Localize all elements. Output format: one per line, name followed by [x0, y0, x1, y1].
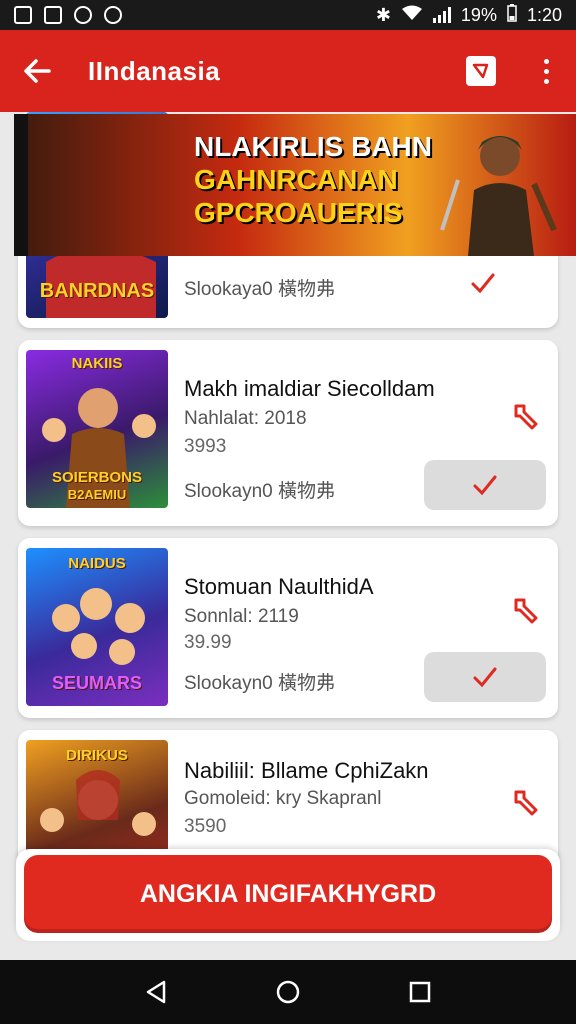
back-arrow-icon[interactable] — [20, 54, 54, 88]
cart-icon — [472, 63, 489, 79]
game-meta: Sonnlal: 2119 — [184, 606, 299, 627]
thumbnail-title-top: DIRIKUS — [66, 747, 128, 764]
game-thumbnail: NAIDUS SEUMARS — [26, 548, 168, 706]
game-thumbnail: NAKIIS SOIERBONS B2AEMIU — [26, 350, 168, 508]
thumbnail-title: SOIERBONS — [51, 469, 142, 486]
game-title: Nabiliil: Bllame CphiZakn — [184, 758, 429, 783]
game-status: Slookayn0 橫物弗 — [184, 673, 336, 694]
battery-level: 19% — [460, 4, 497, 25]
game-card[interactable]: NAKIIS SOIERBONS B2AEMIU Makh imaldiar S… — [18, 340, 558, 526]
banner-line-3: GPCROAUERIS — [194, 197, 403, 229]
more-options-icon[interactable] — [536, 58, 556, 84]
game-status: Slookayn0 橫物弗 — [184, 481, 336, 502]
installed-check-icon — [468, 268, 498, 298]
nav-back-icon[interactable] — [143, 979, 169, 1005]
page-title: IIndanasia — [88, 55, 221, 86]
nav-recents-icon[interactable] — [407, 979, 433, 1005]
app-bar: IIndanasia — [0, 30, 576, 112]
gallery-notification-icon — [14, 6, 32, 24]
cart-button[interactable] — [466, 56, 496, 86]
wrench-icon[interactable] — [512, 596, 540, 624]
wifi-icon — [401, 5, 423, 26]
banner-line-2: GAHNRCANAN — [194, 164, 398, 196]
check-icon — [473, 475, 497, 496]
bluetooth-icon: ✱ — [375, 4, 391, 25]
navigation-bar — [0, 960, 576, 1024]
nav-home-icon[interactable] — [275, 979, 301, 1005]
wrench-icon[interactable] — [512, 402, 540, 430]
cta-button[interactable]: ANGKIA INGIFAKНYGRD — [24, 855, 552, 933]
game-title: Makh imaldiar Siecolldam — [184, 376, 435, 401]
installed-button[interactable] — [424, 652, 546, 702]
battery-icon — [507, 3, 517, 27]
banner-warrior-art — [440, 136, 557, 256]
wrench-icon[interactable] — [512, 788, 540, 816]
status-bar: ✱ 19% 1:20 — [0, 0, 576, 30]
game-price: 3590 — [184, 816, 227, 837]
game-list: NLAKIRLIS BAHN GAHNRCANAN GPCROAUERIS BA… — [0, 112, 576, 960]
thumbnail-title: SEUMARS — [51, 673, 142, 693]
clock: 1:20 — [526, 4, 562, 25]
thumbnail-title-top: NAKIIS — [71, 355, 123, 372]
game-meta: Gomoleid: kry Skapranl — [184, 788, 382, 809]
thumbnail-title-top: NAIDUS — [68, 555, 126, 572]
sync-notification-icon — [74, 6, 92, 24]
promo-banner[interactable]: NLAKIRLIS BAHN GAHNRCANAN GPCROAUERIS — [14, 114, 576, 256]
check-icon — [473, 667, 497, 688]
chat-notification-icon — [104, 6, 122, 24]
game-meta: Nahlalat: 2018 — [184, 408, 307, 429]
thumbnail-subtitle: B2AEMIU — [67, 487, 127, 502]
game-title: Stomuan NaulthidA — [184, 574, 374, 599]
game-card[interactable]: NAIDUS SEUMARS Stomuan NaulthidA Sonnlal… — [18, 538, 558, 718]
cta-container: ANGKIA INGIFAKНYGRD — [16, 849, 560, 941]
thumbnail-title: BANRDNAS — [39, 280, 155, 302]
banner-line-1: NLAKIRLIS BAHN — [194, 131, 432, 162]
installed-button[interactable] — [424, 460, 546, 510]
banner-text: NLAKIRLIS BAHN GAHNRCANAN GPCROAUERIS — [194, 130, 434, 229]
game-status: Slookayа0 橫物弗 — [184, 279, 336, 300]
game-price: 39.99 — [184, 632, 232, 653]
image-notification-icon — [44, 6, 62, 24]
game-price: 3993 — [184, 436, 227, 457]
signal-icon — [432, 7, 451, 23]
